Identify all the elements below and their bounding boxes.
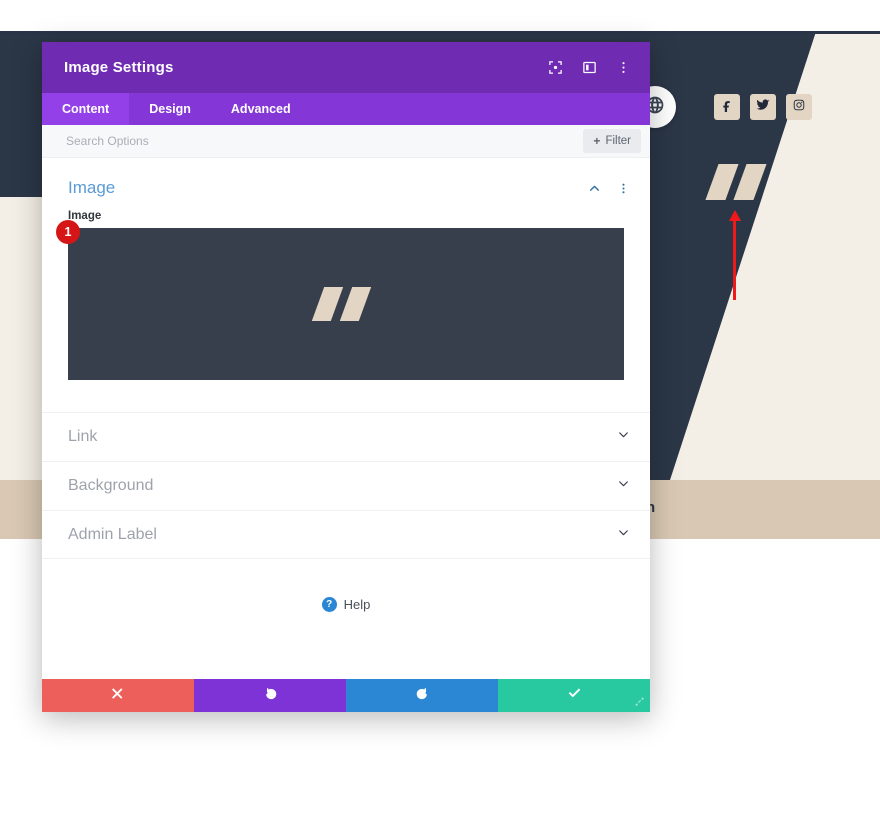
tab-design[interactable]: Design xyxy=(129,93,211,125)
search-bar: + Filter xyxy=(42,125,650,158)
accordion-label: Admin Label xyxy=(68,525,157,543)
tab-content[interactable]: Content xyxy=(42,93,130,125)
close-icon xyxy=(111,686,126,706)
tab-advanced[interactable]: Advanced xyxy=(211,93,311,125)
annotation-arrow-icon xyxy=(729,210,741,300)
social-link-instagram[interactable] xyxy=(786,94,812,120)
filter-button-label: Filter xyxy=(605,135,631,147)
more-options-icon[interactable] xyxy=(615,59,632,76)
hero-quote-mark-icon xyxy=(705,164,768,200)
undo-button[interactable] xyxy=(194,679,346,712)
modal-header: Image Settings xyxy=(42,42,650,93)
accordion-label: Background xyxy=(68,477,154,494)
redo-button[interactable] xyxy=(346,679,498,712)
help-icon: ? xyxy=(321,597,337,612)
filter-button[interactable]: + Filter xyxy=(583,129,641,153)
options-accordion: Link Background Admin Label xyxy=(42,412,650,559)
modal-title: Image Settings xyxy=(64,59,174,76)
image-settings-modal: Image Settings Content Design Advanced S… xyxy=(42,42,650,712)
plus-icon: + xyxy=(593,134,601,148)
split-view-icon[interactable] xyxy=(581,59,598,76)
image-section-header: Image xyxy=(42,158,650,198)
modal-tabs: Content Design Advanced xyxy=(42,93,650,125)
chevron-down-icon xyxy=(617,526,630,544)
redo-icon xyxy=(415,686,430,706)
image-field-label: Image xyxy=(68,210,102,222)
image-field: 1 xyxy=(56,220,624,380)
facebook-icon xyxy=(720,98,734,117)
instagram-icon xyxy=(792,98,806,117)
chevron-up-icon[interactable] xyxy=(588,182,601,195)
image-preview[interactable] xyxy=(68,228,624,380)
social-links xyxy=(714,94,812,120)
screen: n Image Settings Content Design Advanced… xyxy=(0,0,880,815)
modal-footer xyxy=(42,679,650,712)
accordion-row-admin-label[interactable]: Admin Label xyxy=(42,510,650,559)
modal-header-actions xyxy=(547,59,632,76)
chevron-down-icon xyxy=(617,477,630,495)
help-label: Help xyxy=(343,597,371,612)
modal-body: Image Image 1 Link Background Admin Labe… xyxy=(42,158,650,679)
quote-mark-icon xyxy=(311,287,374,321)
twitter-icon xyxy=(756,98,770,117)
accordion-label: Link xyxy=(68,428,98,445)
section-actions xyxy=(588,182,630,195)
resize-handle[interactable] xyxy=(628,690,650,712)
page-top-strip xyxy=(0,0,880,31)
accordion-row-background[interactable]: Background xyxy=(42,461,650,510)
cancel-button[interactable] xyxy=(42,679,194,712)
accordion-row-link[interactable]: Link xyxy=(42,412,650,461)
search-input[interactable] xyxy=(66,134,584,148)
step-badge: 1 xyxy=(56,220,80,244)
fullscreen-icon[interactable] xyxy=(547,59,564,76)
check-icon xyxy=(567,686,582,706)
undo-icon xyxy=(263,686,278,706)
chevron-down-icon xyxy=(617,428,630,446)
social-link-facebook[interactable] xyxy=(714,94,740,120)
help-link[interactable]: ? Help xyxy=(42,597,650,612)
section-more-options-icon[interactable] xyxy=(617,182,630,195)
section-title: Image xyxy=(68,178,116,197)
social-link-twitter[interactable] xyxy=(750,94,776,120)
